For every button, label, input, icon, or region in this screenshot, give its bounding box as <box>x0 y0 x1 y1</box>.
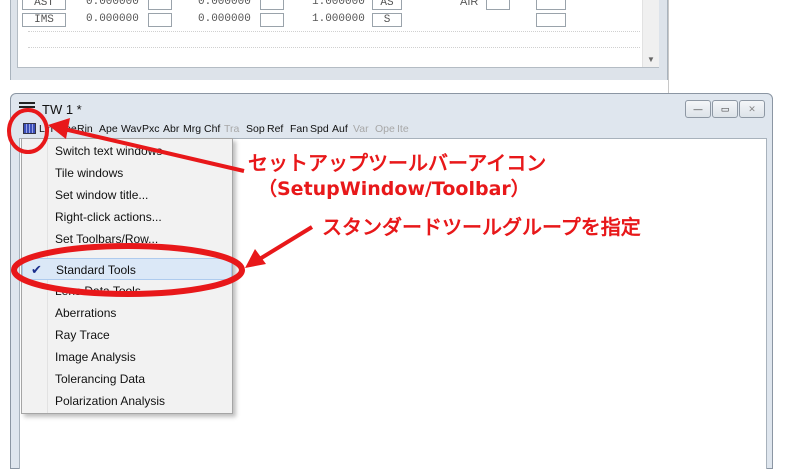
toolbar-button-ope[interactable]: Ope <box>375 123 395 135</box>
lens-row-ast: AST 0.000000 0.000000 1.000000 AS AIR <box>22 0 638 12</box>
checkmark-icon: ✔ <box>31 262 42 277</box>
solve-box[interactable] <box>260 0 284 10</box>
menu-item-aberrations[interactable]: Aberrations <box>22 302 232 324</box>
menu-item-label: Switch text windows <box>55 144 163 158</box>
setup-toolbar-icon[interactable] <box>23 123 36 134</box>
menu-item-label: Tile windows <box>55 166 124 180</box>
lens-row-ims: IMS 0.000000 0.000000 1.000000 S <box>22 13 638 29</box>
callout-toolbar-icon: セットアップツールバーアイコン <box>248 151 547 175</box>
value-cell[interactable]: 0.000000 <box>198 13 251 27</box>
row-divider <box>28 47 640 48</box>
toolbar-button-ape[interactable]: Ape <box>99 123 118 135</box>
menu-item-label: Aberrations <box>55 306 117 320</box>
toolbar-button-fan[interactable]: Fan <box>290 123 308 135</box>
toolbar-button-wav[interactable]: Wav <box>121 123 142 135</box>
toolbar-button-spd[interactable]: Spd <box>310 123 329 135</box>
close-button[interactable]: ✕ <box>739 100 765 118</box>
surface-label[interactable]: AST <box>22 0 66 10</box>
value-cell[interactable]: 0.000000 <box>198 0 251 10</box>
toolbar-button-auf[interactable]: Auf <box>332 123 348 135</box>
maximize-button[interactable]: ▭ <box>712 100 738 118</box>
toolbar-button-tra[interactable]: Tra <box>224 123 239 135</box>
vertical-scrollbar[interactable]: ▼ <box>642 0 659 67</box>
menu-item-label: Lens Data Tools <box>55 284 141 298</box>
value-cell[interactable]: 1.000000 <box>312 13 365 27</box>
menu-item-label: Standard Tools <box>56 263 136 277</box>
menu-item-label: Polarization Analysis <box>55 394 166 408</box>
type-box[interactable]: S <box>372 13 402 27</box>
menu-item-polarization-analysis[interactable]: Polarization Analysis <box>22 390 232 412</box>
menu-item-image-analysis[interactable]: Image Analysis <box>22 346 232 368</box>
toolbar-button-ape[interactable]: Ape <box>58 123 77 135</box>
toolbar-button-ref[interactable]: Ref <box>267 123 283 135</box>
value-cell[interactable]: 1.000000 <box>312 0 365 10</box>
minimize-button[interactable]: — <box>685 100 711 118</box>
value-cell[interactable]: 0.000000 <box>86 0 139 10</box>
lens-data-window: AST 0.000000 0.000000 1.000000 AS AIR IM… <box>10 0 668 80</box>
menu-item-label: Set Toolbars/Row... <box>55 232 159 246</box>
surface-label[interactable]: IMS <box>22 13 66 27</box>
lens-data-table: AST 0.000000 0.000000 1.000000 AS AIR IM… <box>17 0 659 68</box>
callout-toolbar-icon-sub: （SetupWindow/Toolbar） <box>258 178 530 200</box>
type-box[interactable]: AS <box>372 0 402 10</box>
toolbar-button-chf[interactable]: Chf <box>204 123 220 135</box>
menu-item-tolerancing-data[interactable]: Tolerancing Data <box>22 368 232 390</box>
menu-item-tile-windows[interactable]: Tile windows <box>22 162 232 184</box>
setup-popup-menu: Switch text windows Tile windows Set windo… <box>21 138 233 414</box>
toolbar-button-rin[interactable]: Rin <box>77 123 93 135</box>
callout-standard-tools: スタンダードツールグループを指定 <box>322 215 641 239</box>
extra-box[interactable] <box>536 13 566 27</box>
menu-item-set-toolbars-row[interactable]: Set Toolbars/Row... <box>22 228 232 250</box>
title-bar[interactable]: TW 1 * — ▭ ✕ <box>11 94 772 122</box>
menu-item-standard-tools[interactable]: ✔ Standard Tools <box>22 258 232 280</box>
solve-box[interactable] <box>148 0 172 10</box>
menu-item-set-window-title[interactable]: Set window title... <box>22 184 232 206</box>
solve-box[interactable] <box>148 13 172 27</box>
right-panel <box>668 0 791 94</box>
value-cell[interactable]: 0.000000 <box>86 13 139 27</box>
toolbar-button-ite[interactable]: Ite <box>397 123 409 135</box>
menu-item-label: Ray Trace <box>55 328 110 342</box>
toolbar-button-lin[interactable]: Lin <box>39 123 53 135</box>
scroll-down-arrow-icon[interactable]: ▼ <box>647 55 655 64</box>
menu-item-label: Image Analysis <box>55 350 136 364</box>
menu-item-switch-text-windows[interactable]: Switch text windows <box>22 140 232 162</box>
solve-box[interactable] <box>260 13 284 27</box>
glass-label: AIR <box>460 0 479 8</box>
menu-item-label: Tolerancing Data <box>55 372 146 386</box>
toolbar: Lin Ape Rin Ape Wav Pxc Abr Mrg Chf Tra Sop Ref Fan S… <box>19 122 767 137</box>
menu-item-right-click-actions[interactable]: Right-click actions... <box>22 206 232 228</box>
menu-item-label: Set window title... <box>55 188 149 202</box>
toolbar-button-mrg[interactable]: Mrg <box>183 123 201 135</box>
menu-item-label: Right-click actions... <box>55 210 162 224</box>
toolbar-button-var[interactable]: Var <box>353 123 369 135</box>
extra-box[interactable] <box>536 0 566 10</box>
row-divider <box>28 31 640 32</box>
toolbar-button-pxc[interactable]: Pxc <box>142 123 160 135</box>
menu-item-lens-data-tools[interactable]: Lens Data Tools <box>22 280 232 302</box>
toolbar-button-abr[interactable]: Abr <box>163 123 179 135</box>
window-title: TW 1 * <box>42 102 82 117</box>
toolbar-button-sop[interactable]: Sop <box>246 123 265 135</box>
glass-box[interactable] <box>486 0 510 10</box>
window-menu-icon[interactable] <box>19 102 35 116</box>
menu-item-ray-trace[interactable]: Ray Trace <box>22 324 232 346</box>
